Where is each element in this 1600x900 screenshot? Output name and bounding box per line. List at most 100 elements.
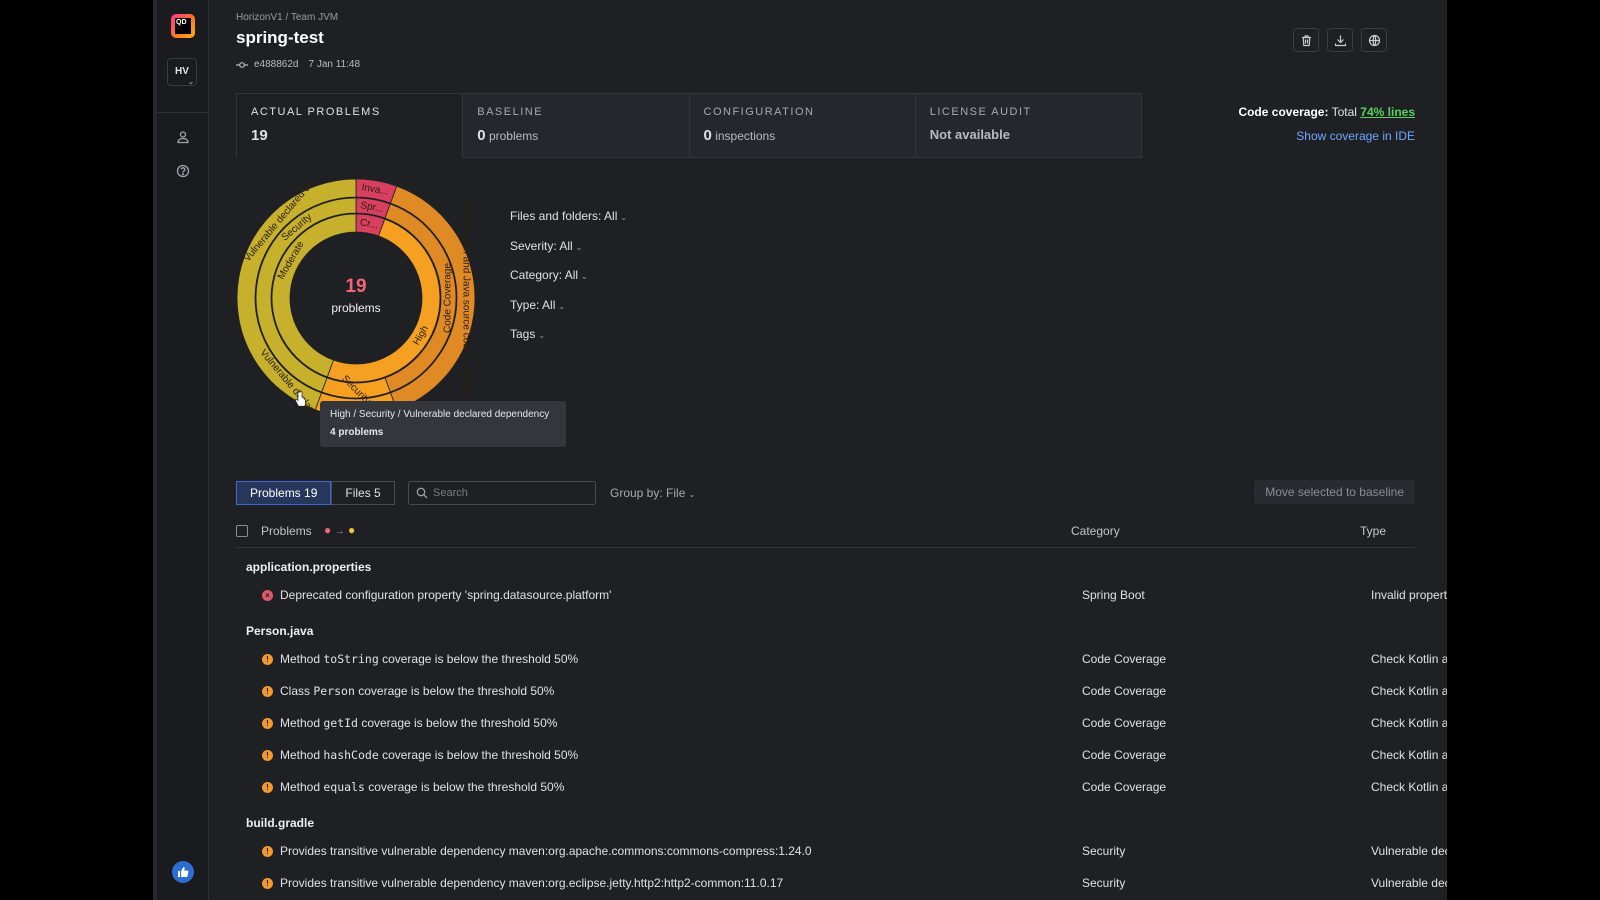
delete-button[interactable] xyxy=(1293,28,1319,52)
commit-date: 7 Jan 11:48 xyxy=(308,59,361,70)
commit-hash[interactable]: e488862d xyxy=(254,59,299,70)
problem-category: Security xyxy=(1082,844,1126,858)
problem-category: Code Coverage xyxy=(1082,780,1167,794)
filter-label: Type: All xyxy=(510,297,556,312)
chevron-down-icon: ⌄ xyxy=(558,301,566,311)
problem-message: Method hashCode coverage is below the th… xyxy=(280,748,578,762)
download-button[interactable] xyxy=(1327,28,1353,52)
summary-tabs: ACTUAL PROBLEMS 19 BASELINE 0 problems C… xyxy=(236,93,1142,158)
problem-row[interactable]: ! Provides transitive vulnerable dependen… xyxy=(246,876,1447,896)
chevron-down-icon: ⌄ xyxy=(688,490,696,499)
problem-row[interactable]: ! Method toString coverage is below the t… xyxy=(246,652,1447,672)
problem-row[interactable]: ! Class Person coverage is below the thre… xyxy=(246,684,1447,704)
problem-category: Spring Boot xyxy=(1082,588,1145,602)
message-text: Provides transitive vulnerable dependenc… xyxy=(280,876,784,890)
page-title: spring-test xyxy=(236,28,324,47)
problem-type: Check Kotlin and Java source ... xyxy=(1371,652,1447,666)
chevron-down-icon: ⌄ xyxy=(538,331,546,340)
tab-unit: problems xyxy=(488,129,539,143)
code-symbol: equals xyxy=(323,780,365,794)
problem-type: Vulnerable declared depende... xyxy=(1371,844,1447,858)
tab-actual-problems[interactable]: ACTUAL PROBLEMS 19 xyxy=(236,93,464,158)
tab-value: 0 xyxy=(703,127,712,144)
problem-type: Check Kotlin and Java source ... xyxy=(1371,716,1447,730)
warning-severity-icon: ! xyxy=(262,718,273,729)
message-text: coverage is below the threshold 50% xyxy=(354,684,555,698)
code-symbol: toString xyxy=(323,652,379,666)
filter-severity[interactable]: Severity: All ⌄ xyxy=(510,239,627,269)
problem-row[interactable]: ! Method getId coverage is below the thre… xyxy=(246,716,1447,736)
file-group-header[interactable]: Person.java xyxy=(246,624,313,638)
file-group-header[interactable]: build.gradle xyxy=(246,816,314,830)
filter-files-and-folders[interactable]: Files and folders: All ⌄ xyxy=(510,209,627,239)
filter-category[interactable]: Category: All ⌄ xyxy=(510,268,627,298)
group-by-dropdown[interactable]: Group by: File ⌄ xyxy=(610,486,695,500)
message-text: coverage is below the threshold 50% xyxy=(378,652,579,666)
warning-severity-icon: ! xyxy=(262,846,273,857)
trash-icon xyxy=(1302,35,1311,47)
sidebar-divider xyxy=(157,112,209,113)
problem-category: Code Coverage xyxy=(1082,684,1167,698)
tab-license-audit[interactable]: LICENSE AUDIT Not available xyxy=(914,93,1142,158)
logo-text: QD xyxy=(176,19,187,26)
problem-message: Provides transitive vulnerable dependenc… xyxy=(280,844,812,858)
tab-configuration[interactable]: CONFIGURATION 0 inspections xyxy=(688,93,916,158)
mouse-pointer-icon xyxy=(294,391,306,407)
tab-problems[interactable]: Problems 19 xyxy=(236,481,332,505)
sidebar: QD HV ⌄ xyxy=(157,0,209,900)
help-icon[interactable] xyxy=(176,164,190,178)
warning-severity-icon: ! xyxy=(262,750,273,761)
feedback-thumbs-up-icon[interactable] xyxy=(172,861,194,883)
label-check-coverage: Check Kotlin and Java source code covera… xyxy=(460,198,471,399)
column-type[interactable]: Type xyxy=(1360,524,1386,538)
filter-label: Files and folders: All xyxy=(510,209,618,223)
problem-row[interactable]: × Deprecated configuration property 'spri… xyxy=(246,588,1447,608)
code-symbol: Person xyxy=(313,684,355,698)
qodana-logo-icon[interactable]: QD xyxy=(171,14,195,38)
share-button[interactable] xyxy=(1361,28,1387,52)
warning-severity-icon: ! xyxy=(262,686,273,697)
column-problems[interactable]: Problems xyxy=(261,524,312,538)
select-all-checkbox[interactable] xyxy=(236,525,248,537)
tab-files[interactable]: Files 5 xyxy=(331,481,395,505)
severity-sort-toggle[interactable]: ● → ● xyxy=(324,523,355,537)
warning-severity-icon: ! xyxy=(262,654,273,665)
search-icon xyxy=(416,487,428,499)
group-by-label: Group by: File xyxy=(610,486,686,500)
tab-label: BASELINE xyxy=(477,106,544,118)
filter-tags[interactable]: Tags ⌄ xyxy=(510,327,627,357)
message-text: Class xyxy=(280,684,314,698)
organization-switcher[interactable]: HV ⌄ xyxy=(167,58,197,86)
filter-type[interactable]: Type: All ⌄ xyxy=(510,298,627,328)
tab-baseline[interactable]: BASELINE 0 problems xyxy=(462,93,690,158)
warning-severity-icon: ! xyxy=(262,782,273,793)
user-icon[interactable] xyxy=(176,130,190,144)
commit-info: e488862d 7 Jan 11:48 xyxy=(236,59,360,70)
breadcrumb[interactable]: HorizonV1 / Team JVM xyxy=(236,12,338,23)
label-code-coverage: Code Coverage xyxy=(443,263,454,333)
arrow-right-icon: → xyxy=(334,526,345,537)
problem-category: Code Coverage xyxy=(1082,652,1167,666)
problem-row[interactable]: ! Method equals coverage is below the thr… xyxy=(246,780,1447,800)
show-coverage-in-ide-link[interactable]: Show coverage in IDE xyxy=(1238,129,1415,143)
app-window: QD HV ⌄ HorizonV1 / Team JVM spring-test… xyxy=(157,0,1447,900)
problem-row[interactable]: ! Method hashCode coverage is below the t… xyxy=(246,748,1447,768)
move-to-baseline-button[interactable]: Move selected to baseline xyxy=(1254,480,1415,504)
file-group-header[interactable]: application.properties xyxy=(246,560,371,574)
chevron-down-icon: ⌄ xyxy=(581,272,588,281)
tab-value: Not available xyxy=(929,127,1010,142)
coverage-value-link[interactable]: 74% lines xyxy=(1360,105,1415,119)
video-frame-right xyxy=(1447,0,1600,900)
chevron-down-icon: ⌄ xyxy=(620,213,628,222)
problem-type: Vulnerable declared depende... xyxy=(1371,876,1447,890)
moderate-dot-icon: ● xyxy=(347,523,356,537)
problem-type: Check Kotlin and Java source ... xyxy=(1371,780,1447,794)
message-text: coverage is below the threshold 50% xyxy=(364,780,565,794)
column-category[interactable]: Category xyxy=(1071,524,1120,538)
problem-row[interactable]: ! Provides transitive vulnerable dependen… xyxy=(246,844,1447,864)
problem-category: Code Coverage xyxy=(1082,716,1167,730)
problem-message: Method getId coverage is below the thres… xyxy=(280,716,557,730)
problems-sunburst-chart[interactable]: HighModerateCr...Code CoverageSecuritySe… xyxy=(236,178,476,418)
search-input[interactable]: Search xyxy=(408,481,596,505)
problem-message: Class Person coverage is below the thres… xyxy=(280,684,554,698)
